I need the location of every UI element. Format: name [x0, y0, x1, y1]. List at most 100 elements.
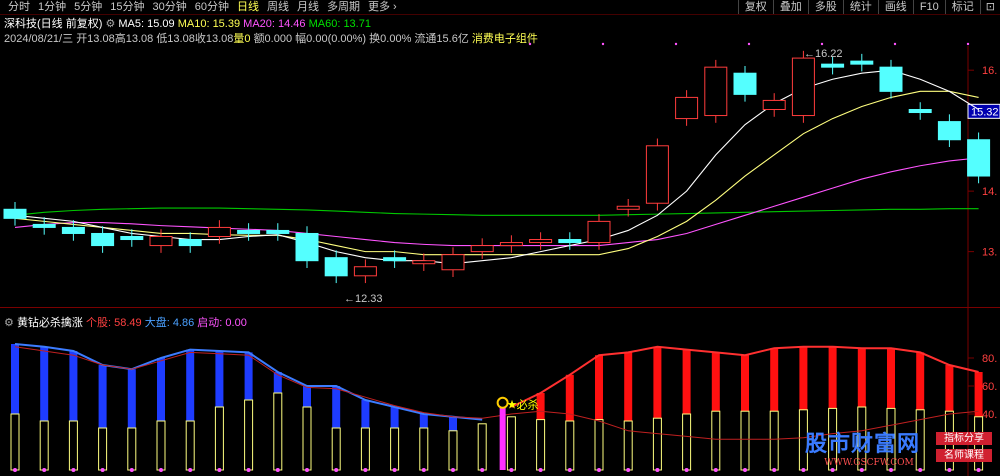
- indicator-bar: [69, 351, 78, 421]
- base-bar: [477, 423, 487, 471]
- base-dot: [246, 468, 251, 472]
- base-dot: [451, 468, 455, 472]
- indicator-bar: [682, 349, 691, 414]
- indicator-bar: [127, 369, 136, 428]
- base-dot: [918, 468, 923, 472]
- candle-body: [470, 245, 494, 253]
- candle-body: [295, 232, 319, 262]
- candle-body: [499, 242, 523, 247]
- indicator-bar: [828, 346, 837, 409]
- base-bar: [39, 420, 49, 471]
- base-dot: [188, 468, 193, 472]
- ma5-line: [14, 69, 979, 265]
- ma10-line: [14, 90, 979, 256]
- indicator-bar: [215, 351, 224, 407]
- base-dot: [947, 468, 952, 472]
- indicator-bar: [332, 386, 341, 428]
- indicator-bar: [945, 365, 954, 412]
- price-axis-label: 16.: [982, 65, 997, 77]
- base-dot: [567, 468, 572, 472]
- base-dot: [275, 468, 280, 472]
- chart-canvas[interactable]: 16.14.13.80.60.40.15.32←16.22←12.33★ 必杀: [0, 0, 1000, 476]
- candle-body: [616, 205, 640, 210]
- base-dot: [305, 468, 309, 472]
- candle-body: [91, 232, 115, 247]
- watermark-tag-2: 名师课程: [936, 449, 992, 462]
- top-marker-dot: [747, 42, 751, 46]
- candle-body: [412, 260, 436, 265]
- indicator-bar: [916, 352, 925, 410]
- base-dot: [655, 468, 660, 472]
- indicator-bar: [974, 372, 983, 417]
- indicator-bar: [11, 344, 19, 414]
- candle-body: [704, 66, 728, 117]
- indicator-bar: [419, 414, 428, 428]
- base-dot: [42, 468, 47, 472]
- base-dot: [363, 468, 368, 472]
- base-dot: [538, 468, 543, 472]
- base-dot: [159, 468, 163, 472]
- base-bar: [360, 427, 370, 471]
- candle-body: [237, 229, 261, 234]
- base-bar: [419, 427, 429, 471]
- base-bar: [244, 399, 254, 471]
- base-dot: [743, 468, 747, 472]
- top-marker-dot: [601, 42, 605, 46]
- watermark-url: WWW.GSCFW.COM: [824, 458, 914, 468]
- base-dot: [889, 468, 893, 472]
- base-dot: [859, 468, 864, 472]
- candle-body: [967, 139, 991, 177]
- indicator-bar: [157, 358, 165, 421]
- candle-body: [383, 257, 407, 262]
- base-bar: [652, 417, 662, 471]
- candle-body: [178, 239, 202, 247]
- base-dot: [480, 468, 485, 472]
- candle-body: [353, 266, 377, 277]
- top-marker-dot: [820, 42, 824, 46]
- ma60-line: [14, 207, 979, 216]
- base-bar: [302, 406, 312, 471]
- price-axis-label: 14.: [982, 186, 997, 198]
- base-bar: [594, 419, 604, 471]
- indicator-bar: [799, 346, 808, 410]
- base-bar: [711, 410, 721, 471]
- candle-body: [149, 236, 173, 247]
- candle-body: [266, 229, 290, 234]
- indicator-bar: [653, 346, 662, 419]
- candle-body: [120, 236, 144, 241]
- candle-body: [529, 239, 553, 244]
- candle-body: [558, 239, 582, 244]
- indicator-axis-label: 80.: [982, 353, 997, 365]
- base-bar: [185, 420, 195, 471]
- indicator-axis-label: 40.: [982, 409, 997, 421]
- base-dot: [597, 468, 601, 472]
- watermark-tag-1: 指标分享: [936, 432, 992, 445]
- indicator-bar: [186, 349, 195, 421]
- base-bar: [448, 430, 458, 471]
- indicator-bar: [98, 365, 107, 428]
- indicator-bar: [741, 355, 749, 412]
- base-bar: [10, 413, 20, 471]
- base-dot: [772, 468, 777, 472]
- base-bar: [390, 427, 400, 471]
- base-bar: [214, 406, 224, 471]
- top-marker-dot: [528, 42, 532, 46]
- candle-body: [937, 121, 961, 141]
- candle-body: [733, 72, 757, 95]
- candle-body: [879, 66, 903, 92]
- base-bar: [127, 427, 137, 471]
- base-dot: [626, 468, 631, 472]
- base-bar: [273, 392, 283, 471]
- signal-label: 必杀: [517, 397, 539, 411]
- base-dot: [801, 468, 806, 472]
- base-dot: [713, 468, 718, 472]
- candle-body: [61, 226, 85, 234]
- indicator-axis-label: 60.: [982, 381, 997, 393]
- base-dot: [71, 468, 76, 472]
- base-dot: [421, 468, 426, 472]
- base-dot: [976, 468, 981, 472]
- top-marker-dot: [674, 42, 678, 46]
- base-dot: [13, 468, 17, 472]
- indicator-bar: [770, 348, 779, 412]
- candle-body: [32, 223, 56, 228]
